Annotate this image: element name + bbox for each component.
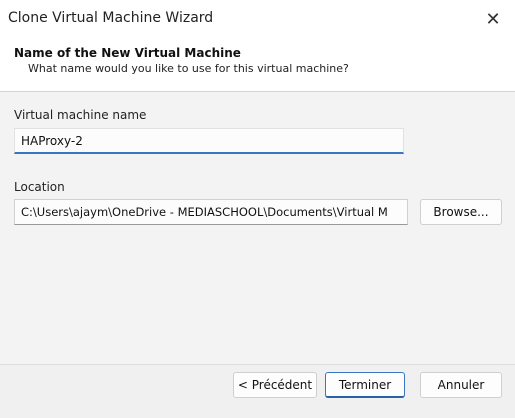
vm-name-label: Virtual machine name	[14, 108, 147, 122]
wizard-content: Virtual machine name Location C:\Users\a…	[0, 92, 515, 364]
wizard-footer: < Précédent Terminer Annuler	[0, 364, 515, 418]
finish-button[interactable]: Terminer	[325, 372, 405, 398]
browse-button[interactable]: Browse...	[420, 199, 502, 225]
back-button[interactable]: < Précédent	[233, 372, 317, 398]
location-input[interactable]: C:\Users\ajaym\OneDrive - MEDIASCHOOL\Do…	[14, 199, 408, 225]
window-title: Clone Virtual Machine Wizard	[8, 10, 214, 26]
title-bar: Clone Virtual Machine Wizard ✕	[0, 0, 515, 38]
cancel-button[interactable]: Annuler	[420, 372, 502, 398]
vm-name-input[interactable]	[14, 128, 404, 154]
page-subtitle: What name would you like to use for this…	[28, 62, 349, 75]
close-icon: ✕	[485, 8, 501, 30]
location-label: Location	[14, 180, 65, 194]
page-title: Name of the New Virtual Machine	[14, 46, 241, 60]
close-button[interactable]: ✕	[471, 0, 515, 38]
wizard-header: Name of the New Virtual Machine What nam…	[0, 38, 515, 92]
